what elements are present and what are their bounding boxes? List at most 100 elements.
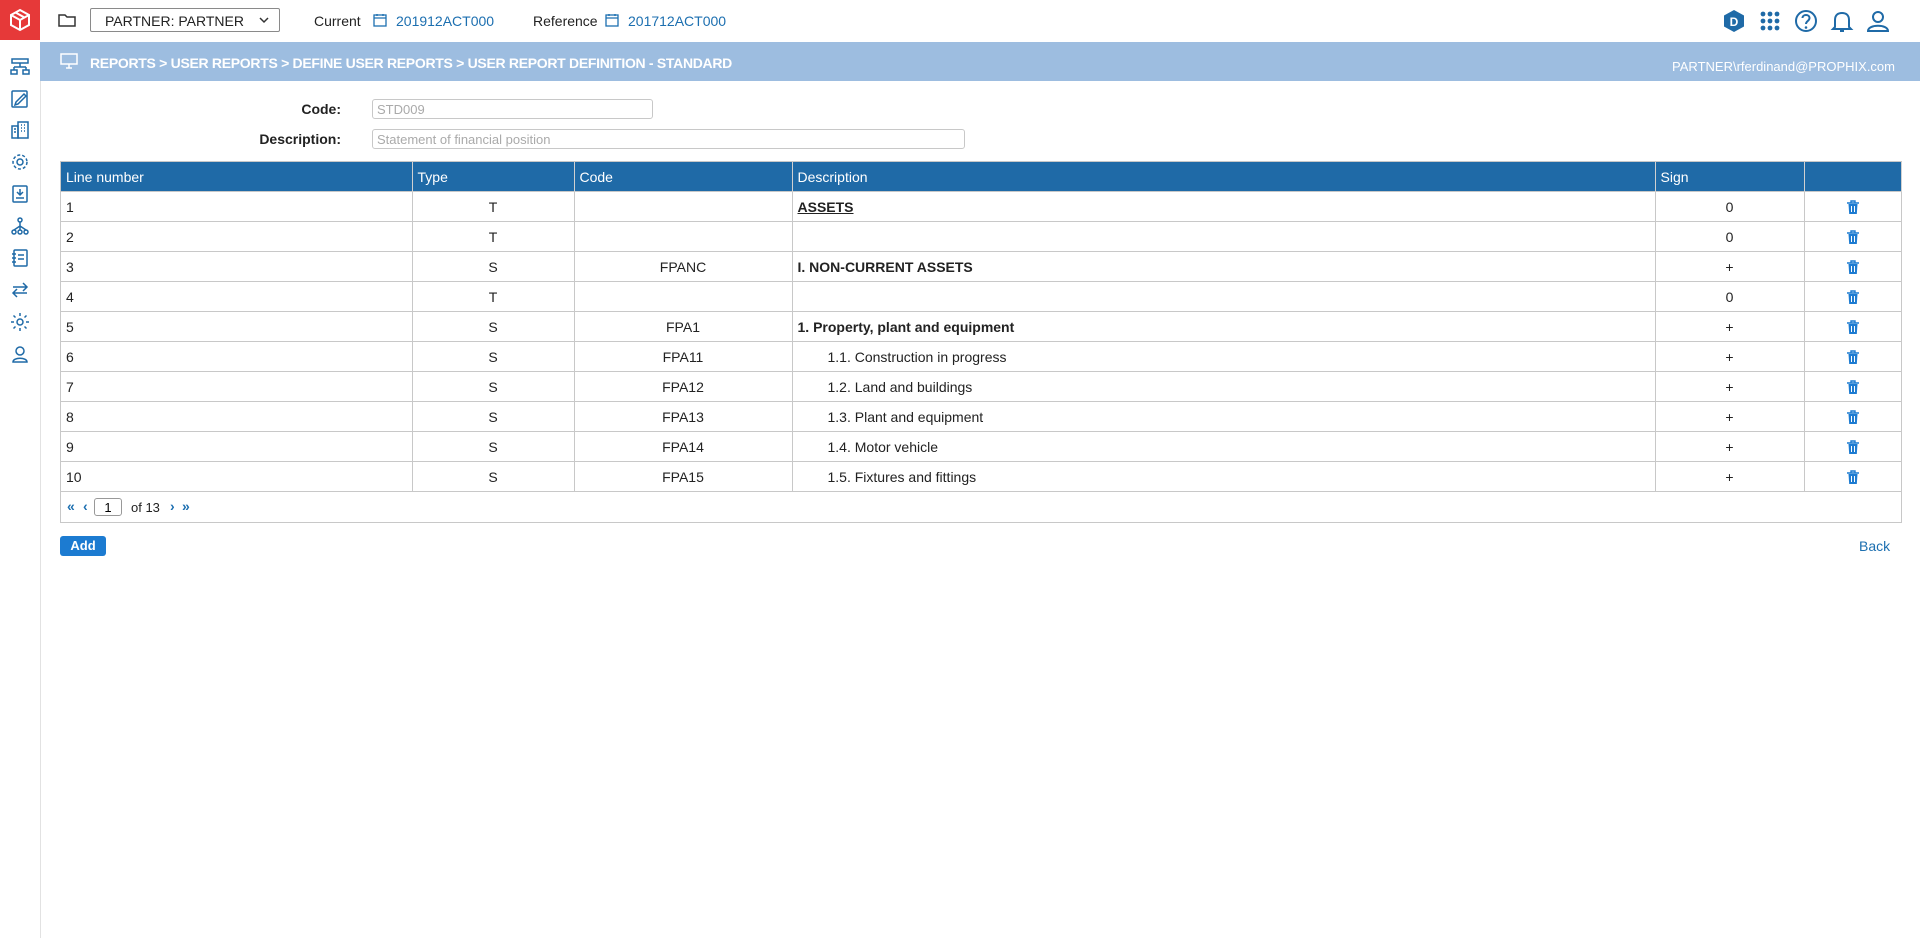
user-profile-icon[interactable] [1865, 8, 1891, 34]
code-cell[interactable] [574, 281, 793, 312]
line-number-cell[interactable]: 1 [61, 191, 413, 222]
col-header-sign[interactable]: Sign [1655, 162, 1805, 192]
type-cell[interactable]: S [412, 461, 575, 491]
code-cell[interactable]: FPA11 [574, 341, 793, 372]
table-row[interactable]: 5 S FPA1 1. Property, plant and equipment + [61, 311, 1902, 342]
type-cell[interactable]: S [412, 431, 575, 462]
type-cell[interactable]: S [412, 401, 575, 432]
line-number-cell[interactable]: 5 [61, 311, 413, 342]
code-cell[interactable]: FPA13 [574, 401, 793, 432]
description-cell[interactable] [792, 281, 1656, 312]
back-link[interactable]: Back [1859, 538, 1890, 554]
description-cell[interactable]: 1.5. Fixtures and fittings [792, 461, 1656, 491]
last-page-button[interactable]: » [182, 499, 190, 513]
trash-icon[interactable] [1846, 440, 1860, 455]
type-cell[interactable]: S [412, 311, 575, 342]
table-row[interactable]: 8 S FPA13 1.3. Plant and equipment + [61, 401, 1902, 432]
table-row[interactable]: 4T 0 [61, 281, 1902, 312]
d-badge-icon[interactable]: D [1721, 8, 1747, 34]
org-tree-icon[interactable] [9, 215, 31, 237]
code-cell[interactable]: FPA1 [574, 311, 793, 342]
building-icon[interactable] [9, 119, 31, 141]
table-row[interactable]: 9 S FPA14 1.4. Motor vehicle + [61, 431, 1902, 462]
description-cell[interactable]: 1. Property, plant and equipment [792, 311, 1656, 342]
trash-icon[interactable] [1846, 470, 1860, 485]
prev-page-button[interactable]: ‹ [83, 499, 88, 513]
edit-form-icon[interactable] [9, 88, 31, 110]
col-header-line-number[interactable]: Line number [61, 162, 413, 192]
first-page-button[interactable]: « [67, 499, 75, 513]
description-cell[interactable]: ASSETS [792, 191, 1656, 222]
transfer-arrows-icon[interactable] [9, 279, 31, 301]
table-row[interactable]: 2T 0 [61, 221, 1902, 252]
add-button[interactable]: Add [60, 536, 106, 556]
line-number-cell[interactable]: 3 [61, 251, 413, 282]
description-cell[interactable]: 1.3. Plant and equipment [792, 401, 1656, 432]
trash-icon[interactable] [1846, 260, 1860, 275]
table-row[interactable]: 1 T ASSETS 0 [61, 191, 1902, 222]
trash-icon[interactable] [1846, 230, 1860, 245]
type-cell[interactable]: T [412, 281, 575, 312]
type-cell[interactable]: S [412, 371, 575, 402]
sign-cell[interactable]: + [1655, 251, 1805, 282]
help-icon[interactable] [1793, 8, 1819, 34]
sign-cell[interactable]: + [1655, 401, 1805, 432]
code-cell[interactable] [574, 221, 793, 252]
description-cell[interactable]: 1.1. Construction in progress [792, 341, 1656, 372]
type-cell[interactable]: S [412, 251, 575, 282]
table-row[interactable]: 6 S FPA11 1.1. Construction in progress + [61, 341, 1902, 372]
reference-scenario-link[interactable]: 201712ACT000 [628, 13, 726, 29]
import-doc-icon[interactable] [9, 183, 31, 205]
sign-cell[interactable]: 0 [1655, 281, 1805, 312]
col-header-type[interactable]: Type [412, 162, 575, 192]
sign-cell[interactable]: + [1655, 311, 1805, 342]
trash-icon[interactable] [1846, 380, 1860, 395]
calendar-icon[interactable] [373, 13, 387, 27]
code-cell[interactable]: FPA15 [574, 461, 793, 491]
calendar-icon[interactable] [605, 13, 619, 27]
code-cell[interactable]: FPA14 [574, 431, 793, 462]
code-field[interactable] [372, 99, 653, 119]
line-number-cell[interactable]: 8 [61, 401, 413, 432]
bell-icon[interactable] [1829, 8, 1855, 34]
sign-cell[interactable]: 0 [1655, 221, 1805, 252]
description-cell[interactable]: 1.2. Land and buildings [792, 371, 1656, 402]
hierarchy-report-icon[interactable] [9, 56, 31, 78]
sign-cell[interactable]: + [1655, 341, 1805, 372]
sign-cell[interactable]: + [1655, 461, 1805, 491]
code-cell[interactable]: FPA12 [574, 371, 793, 402]
apps-grid-icon[interactable] [1757, 8, 1783, 34]
type-cell[interactable]: T [412, 191, 575, 222]
table-row[interactable]: 7 S FPA12 1.2. Land and buildings + [61, 371, 1902, 402]
col-header-code[interactable]: Code [574, 162, 793, 192]
trash-icon[interactable] [1846, 320, 1860, 335]
type-cell[interactable]: S [412, 341, 575, 372]
table-row[interactable]: 10 S FPA15 1.5. Fixtures and fittings + [61, 461, 1902, 491]
line-number-cell[interactable]: 10 [61, 461, 413, 491]
gear-network-icon[interactable] [9, 151, 31, 173]
current-scenario-link[interactable]: 201912ACT000 [396, 13, 494, 29]
user-pin-icon[interactable] [9, 343, 31, 365]
sign-cell[interactable]: + [1655, 371, 1805, 402]
description-cell[interactable] [792, 221, 1656, 252]
sign-cell[interactable]: 0 [1655, 191, 1805, 222]
next-page-button[interactable]: › [170, 499, 175, 513]
settings-gear-icon[interactable] [9, 311, 31, 333]
description-cell[interactable]: 1.4. Motor vehicle [792, 431, 1656, 462]
line-number-cell[interactable]: 6 [61, 341, 413, 372]
line-number-cell[interactable]: 7 [61, 371, 413, 402]
trash-icon[interactable] [1846, 290, 1860, 305]
sign-cell[interactable]: + [1655, 431, 1805, 462]
code-cell[interactable]: FPANC [574, 251, 793, 282]
folder-icon[interactable] [58, 12, 76, 28]
line-number-cell[interactable]: 9 [61, 431, 413, 462]
table-row[interactable]: 3 S FPANC I. NON-CURRENT ASSETS + [61, 251, 1902, 282]
type-cell[interactable]: T [412, 221, 575, 252]
description-field[interactable] [372, 129, 965, 149]
notebook-icon[interactable] [9, 247, 31, 269]
line-number-cell[interactable]: 2 [61, 221, 413, 252]
prophix-logo-icon[interactable] [0, 0, 40, 40]
trash-icon[interactable] [1846, 350, 1860, 365]
line-number-cell[interactable]: 4 [61, 281, 413, 312]
trash-icon[interactable] [1846, 410, 1860, 425]
